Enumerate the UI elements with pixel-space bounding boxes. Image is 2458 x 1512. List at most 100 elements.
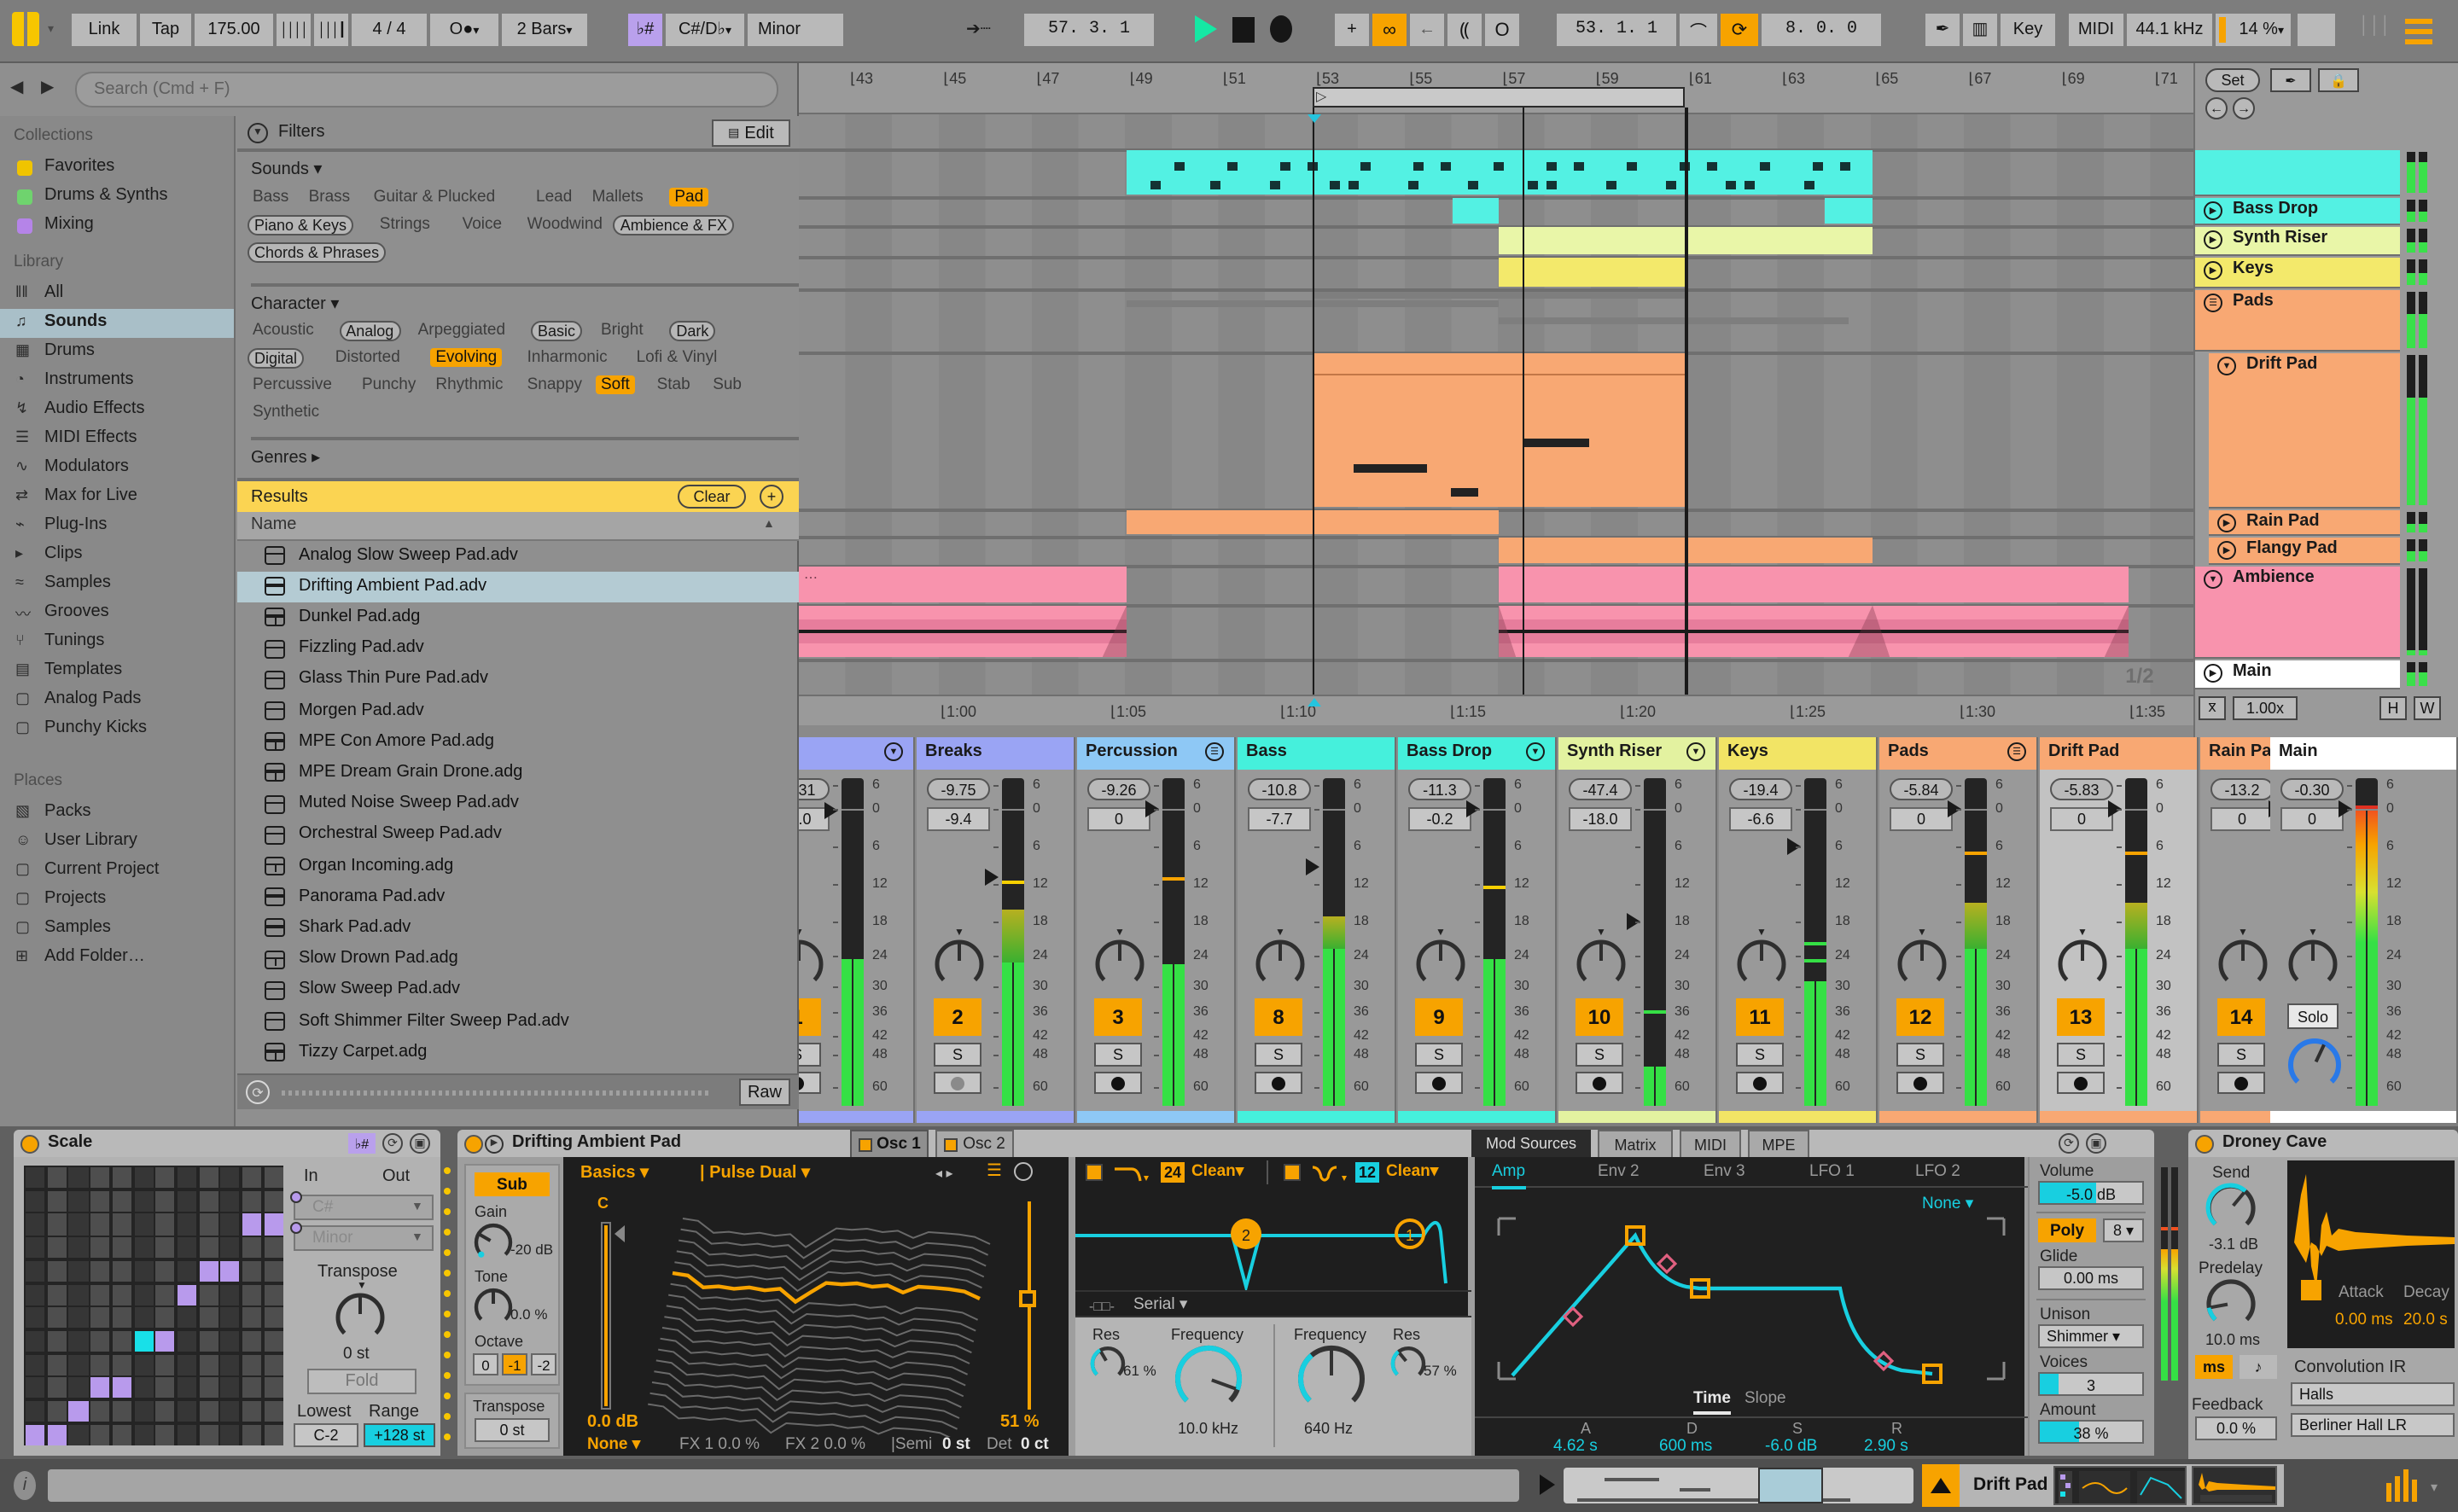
mixer-strip-keys[interactable]: Keys -19.4 -6.6 6 0 6 12 18 24 30 36 42 48 60 ▼ 11 S xyxy=(1719,737,1878,1123)
track-header-main[interactable]: ▶ Main xyxy=(2195,660,2400,689)
scale-grid-cell[interactable] xyxy=(47,1213,67,1236)
sidebar-item-samples[interactable]: ▢ Samples xyxy=(0,915,234,944)
filter1-slope[interactable]: 24 xyxy=(1161,1162,1185,1183)
solo-button[interactable]: Solo xyxy=(2287,1003,2339,1029)
strip-header[interactable]: ▼ xyxy=(799,737,913,770)
record-button[interactable] xyxy=(1270,15,1292,43)
scale-grid-cell[interactable] xyxy=(26,1377,45,1399)
scale-grid-cell[interactable] xyxy=(112,1307,131,1329)
clip-bass-drop[interactable] xyxy=(1452,198,1500,224)
scale-grid-cell[interactable] xyxy=(134,1167,154,1189)
peak-level-display[interactable]: -9.75 xyxy=(927,778,990,800)
scale-grid-cell[interactable] xyxy=(90,1260,110,1282)
sync-note-button[interactable]: ♪ xyxy=(2240,1355,2277,1379)
poly-button[interactable]: Poly xyxy=(2038,1218,2096,1242)
character-tag-digital[interactable]: Digital xyxy=(248,348,305,369)
scale-grid-cell[interactable] xyxy=(242,1330,262,1352)
monitor-button[interactable] xyxy=(1736,1072,1784,1094)
monitor-button[interactable] xyxy=(2057,1072,2105,1094)
scale-grid-cell[interactable] xyxy=(199,1237,218,1259)
control-surface-arrow-icon[interactable]: ▾ xyxy=(48,22,54,36)
scale-grid-cell[interactable] xyxy=(68,1401,89,1422)
pan-knob[interactable] xyxy=(1255,939,1306,990)
sidebar-item-tunings[interactable]: ⑂ Tunings xyxy=(0,628,234,657)
play-track-icon[interactable]: ▶ xyxy=(2204,201,2222,220)
draw-mode-button[interactable]: ✒ xyxy=(1925,14,1960,46)
scale-grid-cell[interactable] xyxy=(155,1401,175,1422)
monitor-button[interactable] xyxy=(1255,1072,1302,1094)
solo-button[interactable]: S xyxy=(1576,1043,1623,1067)
add-filter-button[interactable]: + xyxy=(760,485,783,509)
filter1-circuit[interactable]: Clean▾ xyxy=(1191,1162,1244,1181)
scale-grid-cell[interactable] xyxy=(242,1354,262,1375)
lowest-value[interactable]: C-2 xyxy=(294,1423,358,1447)
scale-grid-cell[interactable] xyxy=(47,1330,67,1352)
tab-midi[interactable]: MIDI xyxy=(1680,1130,1741,1157)
sounds-tag-voice[interactable]: Voice xyxy=(457,215,508,234)
back-to-arrangement[interactable]: ← xyxy=(1410,14,1444,46)
scale-grid-cell[interactable] xyxy=(199,1354,218,1375)
scale-grid-cell[interactable] xyxy=(220,1377,240,1399)
track-header-flangy-pad[interactable]: ▶ Flangy Pad xyxy=(2209,538,2400,565)
gain-display[interactable]: 0 xyxy=(1890,807,1953,831)
list-item[interactable]: Tizzy Carpet.adg xyxy=(237,1038,799,1068)
scale-grid-cell[interactable] xyxy=(155,1330,175,1352)
gain-display[interactable]: 0 xyxy=(2050,807,2113,831)
scale-grid-cell[interactable] xyxy=(134,1284,154,1306)
device-power-button[interactable] xyxy=(2195,1134,2214,1153)
pan-knob[interactable] xyxy=(2057,939,2108,990)
ir-display[interactable]: Attack Decay 0.00 ms 20.0 s xyxy=(2287,1160,2455,1348)
peak-level-display[interactable]: -5.84 xyxy=(1890,778,1953,800)
sample-rate[interactable]: 44.1 kHz xyxy=(2127,14,2212,46)
device-chain-thumbnail[interactable] xyxy=(2053,1466,2187,1505)
track-number[interactable]: 12 xyxy=(1896,998,1944,1036)
device-expand-icon[interactable]: ▶ xyxy=(485,1134,504,1153)
filter2-type-icon[interactable] xyxy=(1311,1162,1348,1183)
scale-grid-cell[interactable] xyxy=(177,1260,197,1282)
new-button[interactable]: + xyxy=(1335,14,1369,46)
strip-header[interactable]: Breaks xyxy=(917,737,1074,770)
loop-start-display[interactable]: 53. 1. 1 xyxy=(1557,14,1676,46)
computer-midi-keyboard[interactable]: ▥ xyxy=(1963,14,1997,46)
scale-grid-cell[interactable] xyxy=(264,1284,283,1306)
tone-knob[interactable] xyxy=(473,1287,514,1328)
filter1-toggle[interactable] xyxy=(1086,1164,1103,1181)
list-item[interactable]: Panorama Pad.adv xyxy=(237,882,799,913)
scale-grid-cell[interactable] xyxy=(264,1377,283,1399)
sort-ascending-icon[interactable]: ▲ xyxy=(763,519,775,531)
scale-grid-cell[interactable] xyxy=(134,1213,154,1236)
hot-swap-icon[interactable]: ⟳ xyxy=(2059,1133,2079,1154)
sidebar-item-audio-effects[interactable]: ↯ Audio Effects xyxy=(0,396,234,425)
character-tag-sub[interactable]: Sub xyxy=(708,375,747,394)
character-tag-basic[interactable]: Basic xyxy=(531,321,583,341)
adsr-d-value[interactable]: 600 ms xyxy=(1659,1437,1712,1456)
wavetable-circle-icon[interactable] xyxy=(1014,1162,1033,1181)
predelay-knob[interactable] xyxy=(2205,1278,2257,1329)
scale-grid-cell[interactable] xyxy=(68,1213,89,1236)
character-tag-distorted[interactable]: Distorted xyxy=(330,348,405,367)
gain-display[interactable]: -9.4 xyxy=(927,807,990,831)
character-tag-stab[interactable]: Stab xyxy=(652,375,696,394)
scale-grid-cell[interactable] xyxy=(90,1190,110,1212)
scale-grid-cell[interactable] xyxy=(264,1213,283,1236)
sounds-tag-bass[interactable]: Bass xyxy=(248,188,294,206)
unfold-icon[interactable]: ▼ xyxy=(884,742,903,761)
loop-length-display[interactable]: 8. 0. 0 xyxy=(1762,14,1881,46)
track-number[interactable]: 8 xyxy=(1255,998,1302,1036)
monitor-button[interactable] xyxy=(1576,1072,1623,1094)
time-tab[interactable]: Time xyxy=(1693,1389,1732,1415)
peak-level-display[interactable]: -0.30 xyxy=(2280,778,2344,800)
unfold-icon[interactable]: ▼ xyxy=(2204,570,2222,589)
scale-grid-cell[interactable] xyxy=(112,1213,131,1236)
unfold-icon[interactable]: ▼ xyxy=(2217,357,2236,375)
filter2-slope[interactable]: 12 xyxy=(1355,1162,1379,1183)
ir-file-select[interactable]: Berliner Hall LR xyxy=(2291,1413,2455,1437)
play-track-icon[interactable]: ▶ xyxy=(2204,664,2222,683)
scale-grid-cell[interactable] xyxy=(112,1284,131,1306)
sidebar-item-add-folder-[interactable]: ⊞ Add Folder… xyxy=(0,944,234,973)
reverb-device-title-bar[interactable]: Droney Cave xyxy=(2188,1130,2458,1157)
scale-grid-cell[interactable] xyxy=(242,1190,262,1212)
sidebar-item-midi-effects[interactable]: ☰ MIDI Effects xyxy=(0,425,234,454)
zoom-height-button[interactable]: H xyxy=(2379,696,2407,720)
search-input[interactable]: Search (Cmd + F) xyxy=(75,72,778,108)
